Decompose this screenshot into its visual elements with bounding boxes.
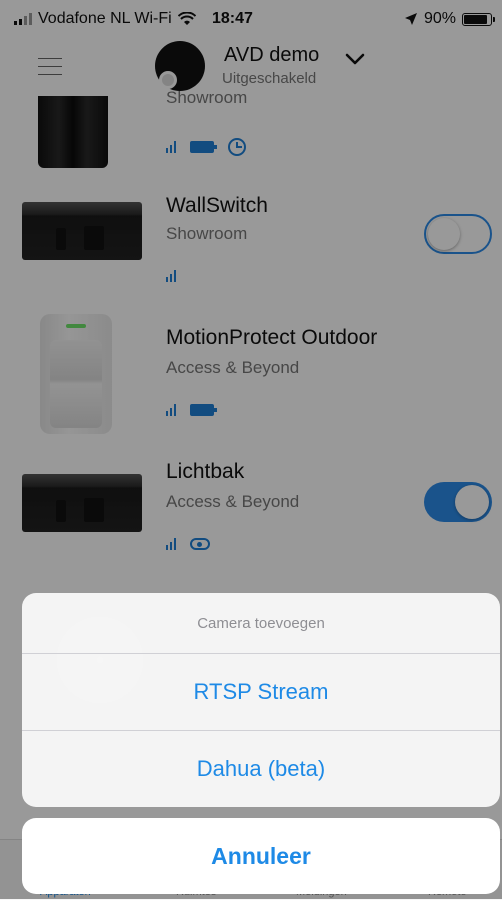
action-sheet-title: Camera toevoegen xyxy=(22,593,500,654)
rtsp-stream-option[interactable]: RTSP Stream xyxy=(22,654,500,731)
cancel-button[interactable]: Annuleer xyxy=(22,818,500,894)
app-screen: Vodafone NL Wi-Fi 18:47 90% AVD demo Uit… xyxy=(0,0,502,900)
action-sheet: Camera toevoegen RTSP Stream Dahua (beta… xyxy=(22,593,500,807)
dahua-option[interactable]: Dahua (beta) xyxy=(22,731,500,807)
